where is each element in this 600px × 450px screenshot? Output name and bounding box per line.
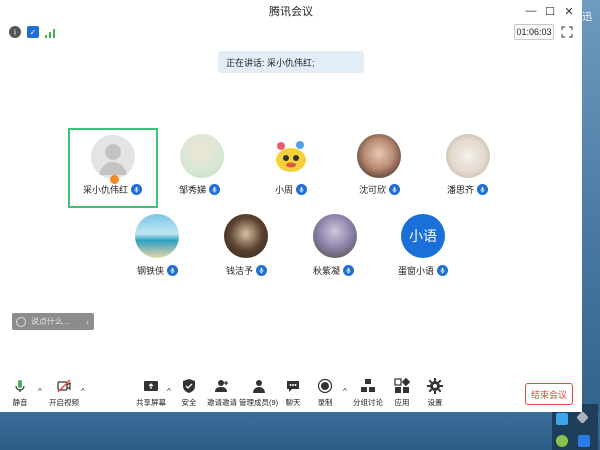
desktop-edge bbox=[582, 0, 600, 450]
participant-name: 蛋窗小语 bbox=[398, 264, 449, 277]
speaking-indicator: 正在讲话: 采小仇伟红; bbox=[218, 51, 364, 73]
desktop-bottom bbox=[0, 412, 600, 450]
emoji-icon[interactable] bbox=[16, 316, 26, 327]
participant-name: 钢铁侠 bbox=[137, 264, 179, 277]
mic-icon bbox=[131, 184, 143, 195]
mic-icon bbox=[437, 265, 449, 276]
security-shield-icon bbox=[183, 379, 195, 393]
chat-placeholder: 说点什么... bbox=[31, 317, 70, 326]
video-label: 开启视频 bbox=[49, 398, 79, 407]
invite-user-icon bbox=[215, 380, 228, 392]
text-avatar[interactable]: 小语 bbox=[401, 214, 445, 258]
participant-avatar[interactable] bbox=[135, 214, 179, 258]
participant-avatar[interactable] bbox=[357, 134, 401, 178]
participant-avatar[interactable] bbox=[313, 214, 357, 258]
info-bar: i ✓ bbox=[0, 22, 582, 42]
breakout-rooms-button[interactable]: 分组讨论 bbox=[353, 378, 383, 408]
settings-button[interactable]: 设置 bbox=[427, 378, 443, 408]
participant-name-text: 钱洁予 bbox=[226, 266, 254, 276]
info-icon[interactable]: i bbox=[9, 26, 21, 38]
mic-icon bbox=[343, 265, 355, 276]
participant-name: 小周 bbox=[275, 183, 308, 196]
security-button[interactable]: 安全 bbox=[181, 378, 197, 408]
tray-diamond-icon[interactable] bbox=[576, 411, 589, 424]
share-label: 共享屏幕 bbox=[136, 398, 166, 407]
participant-name-text: 蛋窗小语 bbox=[398, 266, 435, 276]
bottom-toolbar: 静音 ^ 开启视频 ^ 共享屏幕 ^ 安全 邀请邀请 管理成员(9) 聊天 录制… bbox=[0, 376, 582, 412]
record-label: 录制 bbox=[317, 398, 333, 407]
participant-name-text: 小周 bbox=[275, 185, 294, 195]
participant-name-text: 秋紫凝 bbox=[313, 266, 341, 276]
mute-button[interactable]: 静音 bbox=[12, 378, 28, 408]
mic-icon bbox=[209, 184, 221, 195]
participant-name-text: 采小仇伟红 bbox=[83, 185, 129, 195]
desktop-edge-text: 迅 bbox=[582, 12, 592, 23]
participant-avatar[interactable] bbox=[268, 134, 312, 178]
participant-name: 潘思齐 bbox=[447, 183, 489, 196]
participant-name-text: 潘思齐 bbox=[447, 185, 475, 195]
mute-options-caret-icon[interactable]: ^ bbox=[38, 387, 42, 396]
mute-label: 静音 bbox=[12, 398, 28, 407]
participant-avatar[interactable] bbox=[180, 134, 224, 178]
mic-icon bbox=[167, 265, 179, 276]
participant-name-text: 邹秀娣 bbox=[179, 185, 207, 195]
video-options-caret-icon[interactable]: ^ bbox=[81, 387, 85, 396]
tray-shield-icon[interactable] bbox=[556, 435, 568, 447]
video-button[interactable]: 开启视频 bbox=[49, 378, 79, 408]
participant-name-text: 钢铁侠 bbox=[137, 266, 165, 276]
record-options-caret-icon[interactable]: ^ bbox=[343, 387, 347, 396]
share-screen-button[interactable]: 共享屏幕 bbox=[136, 378, 166, 408]
tray-bluetooth-icon[interactable] bbox=[578, 435, 590, 447]
record-icon bbox=[317, 378, 333, 394]
chat-button[interactable]: 聊天 bbox=[285, 378, 301, 408]
settings-label: 设置 bbox=[427, 398, 443, 407]
security-label: 安全 bbox=[181, 398, 197, 407]
mic-icon bbox=[477, 184, 489, 195]
record-button[interactable]: 录制 bbox=[317, 378, 333, 408]
participant-name: 沈可欣 bbox=[359, 183, 401, 196]
breakout-icon bbox=[361, 379, 375, 392]
window-title: 腾讯会议 bbox=[269, 6, 313, 18]
share-options-caret-icon[interactable]: ^ bbox=[167, 387, 171, 396]
text-avatar-label: 小语 bbox=[409, 228, 437, 244]
participant-name: 采小仇伟红 bbox=[83, 183, 143, 196]
end-meeting-button[interactable]: 结束会议 bbox=[525, 383, 573, 405]
participant-tile-active[interactable] bbox=[68, 128, 158, 208]
chat-label: 聊天 bbox=[285, 398, 301, 407]
close-icon[interactable]: ✕ bbox=[558, 2, 580, 20]
participant-name: 秋紫凝 bbox=[313, 264, 355, 277]
apps-label: 应用 bbox=[394, 398, 410, 407]
invite-button[interactable]: 邀请邀请 bbox=[207, 378, 237, 408]
tray-app-icon[interactable] bbox=[556, 413, 568, 425]
members-icon bbox=[252, 380, 265, 393]
shield-icon[interactable]: ✓ bbox=[27, 26, 39, 38]
meeting-timer: 01:06:03 bbox=[514, 24, 554, 40]
participant-name: 钱洁予 bbox=[226, 264, 268, 277]
chevron-left-icon[interactable]: ‹ bbox=[86, 317, 89, 327]
invite-label: 邀请邀请 bbox=[207, 398, 237, 407]
share-screen-icon bbox=[144, 381, 158, 391]
chat-quick-input[interactable]: 说点什么... ‹ bbox=[12, 313, 94, 330]
microphone-icon bbox=[15, 380, 25, 392]
participant-name: 邹秀娣 bbox=[179, 183, 221, 196]
apps-button[interactable]: 应用 bbox=[394, 378, 410, 408]
chat-bubble-icon bbox=[287, 381, 299, 392]
apps-icon bbox=[394, 378, 410, 393]
fullscreen-icon[interactable] bbox=[561, 25, 573, 38]
participant-avatar[interactable] bbox=[224, 214, 268, 258]
camera-off-icon bbox=[57, 379, 71, 393]
gear-icon bbox=[427, 378, 443, 394]
participant-name-text: 沈可欣 bbox=[359, 185, 387, 195]
meeting-window: 腾讯会议 — ☐ ✕ i ✓ 01:06:03 正在讲话: 采小仇伟红; 采小仇… bbox=[0, 0, 582, 412]
mic-icon bbox=[389, 184, 401, 195]
members-label: 管理成员(9) bbox=[239, 398, 279, 407]
mic-icon bbox=[256, 265, 268, 276]
breakout-label: 分组讨论 bbox=[353, 398, 383, 407]
default-avatar-icon bbox=[91, 135, 135, 179]
participant-avatar[interactable] bbox=[446, 134, 490, 178]
mic-icon bbox=[296, 184, 308, 195]
signal-icon[interactable] bbox=[44, 26, 56, 38]
manage-members-button[interactable]: 管理成员(9) bbox=[239, 378, 278, 408]
